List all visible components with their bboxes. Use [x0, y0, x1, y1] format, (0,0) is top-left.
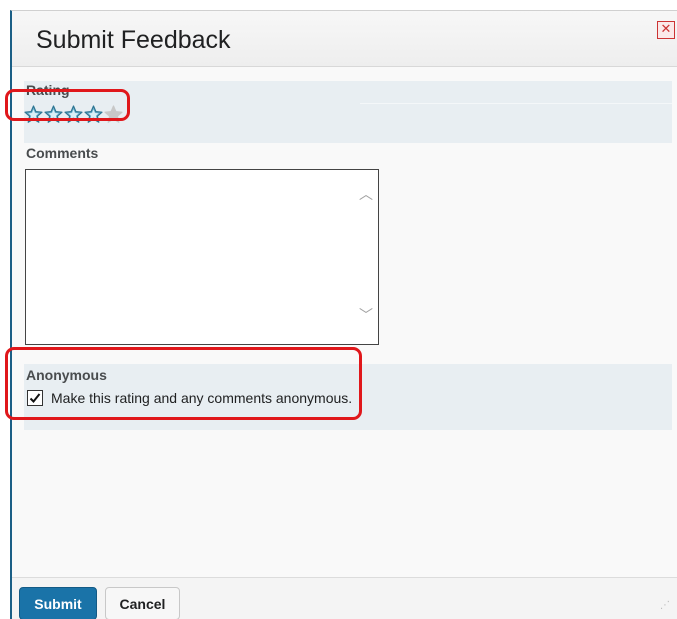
anonymous-checkbox[interactable]: [27, 390, 43, 406]
rating-section: Rating: [24, 81, 672, 143]
dialog-footer: Submit Cancel ⋰: [12, 577, 677, 619]
submit-button[interactable]: Submit: [19, 587, 97, 619]
comments-textarea[interactable]: [25, 169, 379, 345]
star-icon[interactable]: [44, 105, 63, 124]
comments-label: Comments: [26, 145, 99, 161]
rating-label: Rating: [26, 82, 70, 98]
chevron-down-icon[interactable]: ﹀: [357, 307, 375, 325]
star-icon[interactable]: [84, 105, 103, 124]
star-icon[interactable]: [24, 105, 43, 124]
chevron-up-icon[interactable]: ︿: [357, 186, 375, 204]
dialog-title: Submit Feedback: [36, 26, 231, 54]
anonymous-label: Anonymous: [26, 367, 107, 383]
feedback-dialog: Submit Feedback ✕ Rating Comments ︿ ﹀ An…: [10, 10, 677, 619]
resize-grip-icon[interactable]: ⋰: [660, 601, 674, 616]
anonymous-option: Make this rating and any comments anonym…: [27, 390, 352, 406]
cancel-button[interactable]: Cancel: [105, 587, 180, 619]
anonymous-section: Anonymous Make this rating and any comme…: [24, 364, 672, 430]
dialog-header: Submit Feedback ✕: [12, 11, 677, 67]
star-icon[interactable]: [64, 105, 83, 124]
divider: [360, 103, 672, 104]
star-icon[interactable]: [104, 105, 123, 124]
anonymous-checkbox-label[interactable]: Make this rating and any comments anonym…: [51, 390, 352, 406]
star-rating[interactable]: [24, 105, 123, 125]
checkmark-icon: [29, 393, 41, 403]
close-icon[interactable]: ✕: [657, 21, 675, 39]
